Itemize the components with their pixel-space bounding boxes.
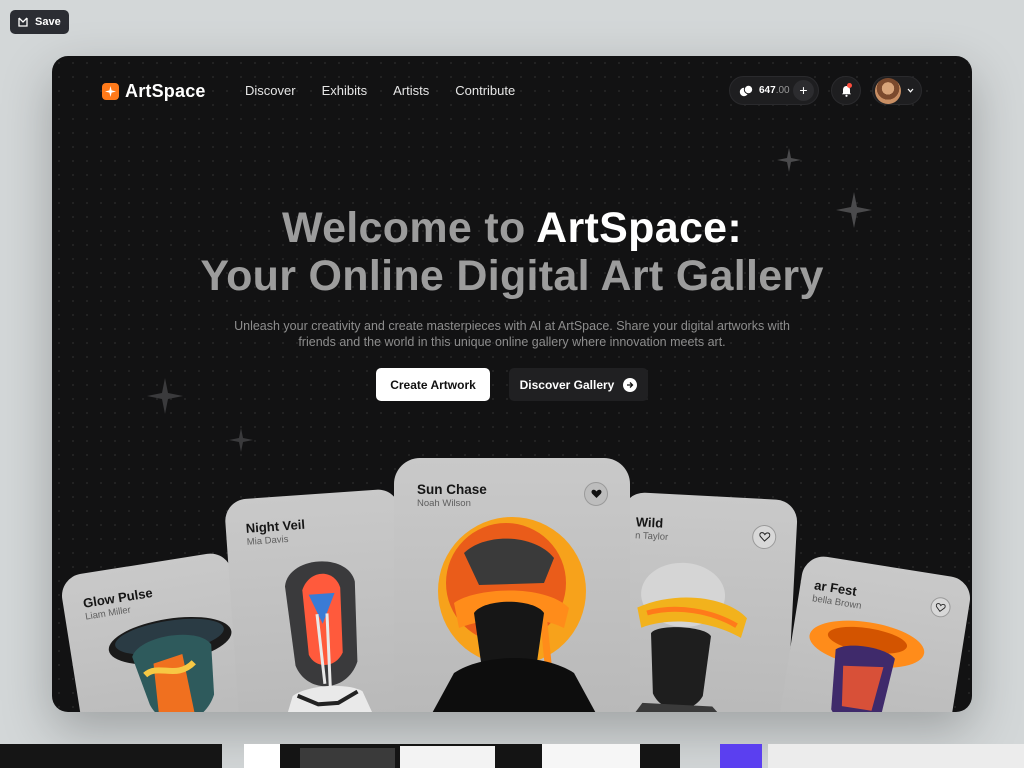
- thumbnail[interactable]: [280, 744, 680, 768]
- artwork-image: [280, 561, 381, 712]
- heart-icon: [590, 489, 602, 498]
- thumbnail-strip: [0, 744, 1024, 768]
- card-artist: Noah Wilson: [417, 498, 471, 509]
- hero-title-brand: ArtSpace:: [536, 204, 742, 252]
- chevron-down-icon: [907, 88, 914, 93]
- discover-gallery-button[interactable]: Discover Gallery: [509, 368, 648, 401]
- hero-title: Welcome to ArtSpace: Your Online Digital…: [52, 204, 972, 300]
- artwork-image: [809, 620, 925, 712]
- heart-icon: [935, 602, 946, 612]
- app-logo-icon: [18, 17, 28, 27]
- artwork-card[interactable]: ar Fest bella Brown: [774, 553, 972, 712]
- save-button[interactable]: Save: [10, 10, 69, 34]
- hero-title-lead: Welcome to: [281, 204, 537, 252]
- like-button[interactable]: [751, 524, 777, 550]
- sparkle-icon: [229, 428, 253, 452]
- brand-name: ArtSpace: [125, 81, 206, 101]
- artwork-image: [620, 562, 747, 712]
- card-title: Sun Chase: [417, 482, 487, 497]
- wallet-balance[interactable]: 647.00 +: [729, 76, 819, 105]
- nav-artists[interactable]: Artists: [393, 83, 429, 98]
- thumbnail[interactable]: [244, 744, 280, 768]
- artwork-card[interactable]: Night Veil Mia Davis: [223, 488, 416, 712]
- thumbnail[interactable]: [720, 744, 762, 768]
- heart-icon: [758, 532, 770, 542]
- add-funds-button[interactable]: +: [793, 80, 814, 101]
- nav-discover[interactable]: Discover: [245, 83, 296, 98]
- artspace-window: ArtSpace Discover Exhibits Artists Contr…: [52, 56, 972, 712]
- like-button[interactable]: [584, 482, 608, 506]
- nav-exhibits[interactable]: Exhibits: [322, 83, 368, 98]
- brand-mark-icon: [102, 83, 119, 100]
- avatar: [875, 77, 901, 104]
- like-button[interactable]: [929, 595, 952, 619]
- card-artist: n Taylor: [634, 530, 669, 543]
- card-title: Wild: [635, 514, 664, 531]
- wallet-amount: 647.00: [759, 85, 790, 96]
- arrow-right-icon: [623, 377, 638, 392]
- notifications-button[interactable]: [831, 76, 861, 105]
- artwork-card[interactable]: Wild n Taylor: [610, 491, 799, 712]
- thumbnail[interactable]: [768, 744, 1024, 768]
- unread-dot: [847, 83, 852, 88]
- thumbnail[interactable]: [0, 744, 222, 768]
- sparkle-icon: [777, 148, 801, 172]
- brand-logo[interactable]: ArtSpace: [102, 81, 206, 102]
- card-title: Night Veil: [245, 516, 306, 536]
- sparkle-icon: [147, 378, 183, 414]
- wallet-amount-integer: 647: [759, 85, 776, 96]
- coins-icon: [739, 84, 753, 96]
- artwork-image: [432, 517, 596, 712]
- hero-title-line2: Your Online Digital Art Gallery: [200, 252, 824, 300]
- discover-gallery-label: Discover Gallery: [519, 377, 615, 392]
- save-label: Save: [35, 16, 61, 28]
- hero-subtitle: Unleash your creativity and create maste…: [234, 319, 790, 349]
- main-nav: Discover Exhibits Artists Contribute: [245, 83, 515, 98]
- profile-menu[interactable]: [872, 76, 922, 105]
- artwork-card[interactable]: Sun Chase Noah Wilson: [394, 458, 630, 712]
- nav-contribute[interactable]: Contribute: [455, 83, 515, 98]
- create-artwork-button[interactable]: Create Artwork: [376, 368, 490, 401]
- wallet-amount-decimals: .00: [775, 85, 790, 96]
